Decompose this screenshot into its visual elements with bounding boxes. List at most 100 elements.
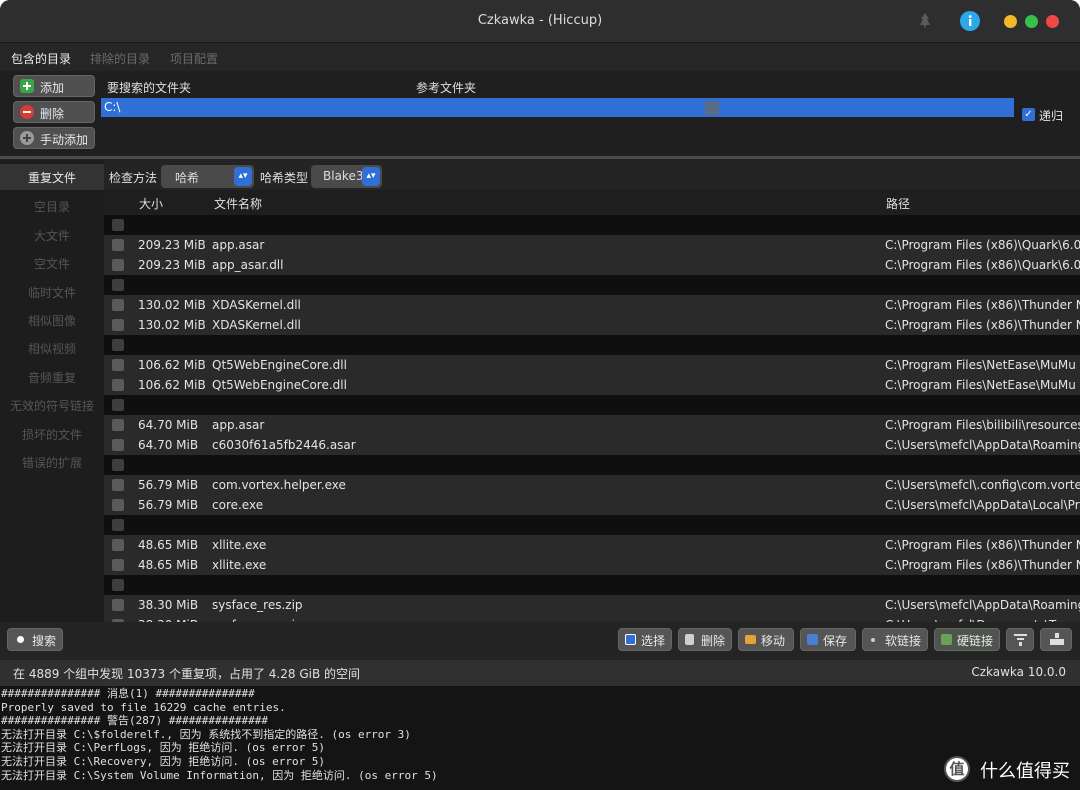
group-header-row[interactable]	[104, 395, 1080, 415]
row-checkbox[interactable]	[112, 299, 124, 311]
table-row[interactable]: 38.30 MiB sysface_res.zip C:\Users\mefcl\A…	[104, 595, 1080, 615]
hash-type-select[interactable]: Blake3 ▴▾	[311, 165, 382, 188]
tab-included-dirs[interactable]: 包含的目录	[11, 50, 71, 67]
group-checkbox[interactable]	[112, 579, 124, 591]
group-checkbox[interactable]	[112, 219, 124, 231]
symlink-button[interactable]: 软链接	[862, 628, 928, 651]
app-window: Czkawka - (Hiccup) 包含的目录 排除的目录 项目配置 添加 删…	[0, 0, 1080, 790]
table-row[interactable]: 38.30 MiBsysface_res.zipC:\Users\mefcl\D…	[104, 615, 1080, 622]
row-checkbox[interactable]	[112, 419, 124, 431]
dir-row[interactable]: C:\	[101, 98, 1014, 117]
pane-separator[interactable]	[0, 156, 1080, 159]
table-row[interactable]: 64.70 MiB app.asar C:\Program Files\bilibi…	[104, 415, 1080, 435]
save-button[interactable]: 保存	[800, 628, 856, 651]
group-checkbox[interactable]	[112, 339, 124, 351]
log-line: 无法打开目录 C:\$folderelf., 因为 系统找不到指定的路径. (o…	[1, 727, 411, 741]
move-button[interactable]: 移动	[738, 628, 794, 651]
reference-toggle[interactable]	[705, 101, 719, 115]
row-checkbox[interactable]	[112, 559, 124, 571]
nav-similar-videos[interactable]: 相似视频	[0, 340, 104, 357]
remove-dir-button[interactable]: 删除	[13, 101, 95, 123]
file-name: sysface_res.zip	[212, 598, 303, 612]
group-header-row[interactable]	[104, 515, 1080, 535]
trash-icon	[685, 634, 694, 645]
file-path: C:\Program Files\NetEase\MuMu	[885, 358, 1076, 372]
file-name: Qt5WebEngineCore.dll	[212, 378, 347, 392]
search-icon	[17, 636, 24, 643]
nav-empty-folders[interactable]: 空目录	[0, 198, 104, 215]
sort-button[interactable]	[1006, 628, 1034, 651]
row-checkbox[interactable]	[112, 439, 124, 451]
check-method-select[interactable]: 哈希 ▴▾	[161, 165, 254, 188]
delete-button[interactable]: 删除	[678, 628, 732, 651]
maximize-button[interactable]	[1025, 15, 1038, 28]
file-path: C:\Users\mefcl\AppData\Local\Pr	[885, 498, 1080, 512]
nav-invalid-symlinks[interactable]: 无效的符号链接	[0, 397, 104, 414]
table-row[interactable]: 64.70 MiB c6030f61a5fb2446.asar C:\Users\m…	[104, 435, 1080, 455]
search-button[interactable]: 搜索	[7, 628, 63, 651]
row-checkbox[interactable]	[112, 359, 124, 371]
theme-icon[interactable]	[915, 11, 935, 31]
row-checkbox[interactable]	[112, 239, 124, 251]
compare-button[interactable]	[1040, 628, 1072, 651]
group-header-row[interactable]	[104, 335, 1080, 355]
group-header-row[interactable]	[104, 275, 1080, 295]
group-checkbox[interactable]	[112, 459, 124, 471]
close-button[interactable]	[1046, 15, 1059, 28]
nav-bad-extensions[interactable]: 错误的扩展	[0, 454, 104, 471]
file-path: C:\Program Files (x86)\Thunder N	[885, 538, 1080, 552]
table-row[interactable]: 106.62 MiB Qt5WebEngineCore.dll C:\Program…	[104, 355, 1080, 375]
file-path: C:\Users\mefcl\AppData\Roaming	[885, 438, 1080, 452]
row-checkbox[interactable]	[112, 259, 124, 271]
plus-circle-icon	[20, 131, 34, 145]
manual-add-button[interactable]: 手动添加	[13, 127, 95, 149]
table-row[interactable]: 48.65 MiB xllite.exe C:\Program Files (x86…	[104, 555, 1080, 575]
nav-duplicate-music[interactable]: 音频重复	[0, 369, 104, 386]
row-checkbox[interactable]	[112, 479, 124, 491]
col-size-header[interactable]: 大小	[139, 195, 163, 212]
nav-temp-files[interactable]: 临时文件	[0, 284, 104, 301]
row-checkbox[interactable]	[112, 539, 124, 551]
table-row[interactable]: 56.79 MiB core.exe C:\Users\mefcl\AppData\…	[104, 495, 1080, 515]
row-checkbox[interactable]	[112, 599, 124, 611]
row-checkbox[interactable]	[112, 499, 124, 511]
info-icon[interactable]	[960, 11, 980, 31]
group-header-row[interactable]	[104, 215, 1080, 235]
file-size: 106.62 MiB	[138, 358, 206, 372]
file-path: C:\Program Files (x86)\Thunder N	[885, 298, 1080, 312]
minimize-button[interactable]	[1004, 15, 1017, 28]
group-checkbox[interactable]	[112, 279, 124, 291]
group-header-row[interactable]	[104, 455, 1080, 475]
group-checkbox[interactable]	[112, 399, 124, 411]
tab-project-settings[interactable]: 项目配置	[170, 50, 218, 67]
table-row[interactable]: 130.02 MiB XDASKernel.dll C:\Program Files…	[104, 295, 1080, 315]
col-reference-dirs: 参考文件夹	[416, 81, 477, 95]
nav-big-files[interactable]: 大文件	[0, 227, 104, 244]
row-checkbox[interactable]	[112, 319, 124, 331]
table-row[interactable]: 209.23 MiB app_asar.dll C:\Program Files (…	[104, 255, 1080, 275]
tab-excluded-dirs[interactable]: 排除的目录	[90, 50, 150, 67]
nav-empty-files[interactable]: 空文件	[0, 255, 104, 272]
col-name-header[interactable]: 文件名称	[214, 195, 262, 212]
file-name: Qt5WebEngineCore.dll	[212, 358, 347, 372]
table-row[interactable]: 48.65 MiB xllite.exe C:\Program Files (x86…	[104, 535, 1080, 555]
nav-similar-images[interactable]: 相似图像	[0, 312, 104, 329]
group-checkbox[interactable]	[112, 519, 124, 531]
row-checkbox[interactable]	[112, 379, 124, 391]
nav-broken-files[interactable]: 损坏的文件	[0, 426, 104, 443]
hardlink-button[interactable]: 硬链接	[934, 628, 1000, 651]
table-row[interactable]: 130.02 MiB XDASKernel.dll C:\Program Files…	[104, 315, 1080, 335]
recursive-checkbox[interactable]: ✓	[1022, 108, 1035, 121]
table-row[interactable]: 106.62 MiB Qt5WebEngineCore.dll C:\Program…	[104, 375, 1080, 395]
table-row[interactable]: 209.23 MiB app.asar C:\Program Files (x86)…	[104, 235, 1080, 255]
top-tabs: 包含的目录 排除的目录 项目配置	[0, 44, 1080, 71]
add-dir-button[interactable]: 添加	[13, 75, 95, 97]
table-row[interactable]: 56.79 MiB com.vortex.helper.exe C:\Users\m…	[104, 475, 1080, 495]
file-size: 209.23 MiB	[138, 238, 206, 252]
group-header-row[interactable]	[104, 575, 1080, 595]
col-path-header[interactable]: 路径	[886, 195, 910, 212]
check-method-value: 哈希	[175, 171, 200, 185]
delete-label: 删除	[701, 634, 726, 648]
select-button[interactable]: 选择	[618, 628, 672, 651]
nav-duplicate-files[interactable]: 重复文件	[0, 164, 104, 190]
